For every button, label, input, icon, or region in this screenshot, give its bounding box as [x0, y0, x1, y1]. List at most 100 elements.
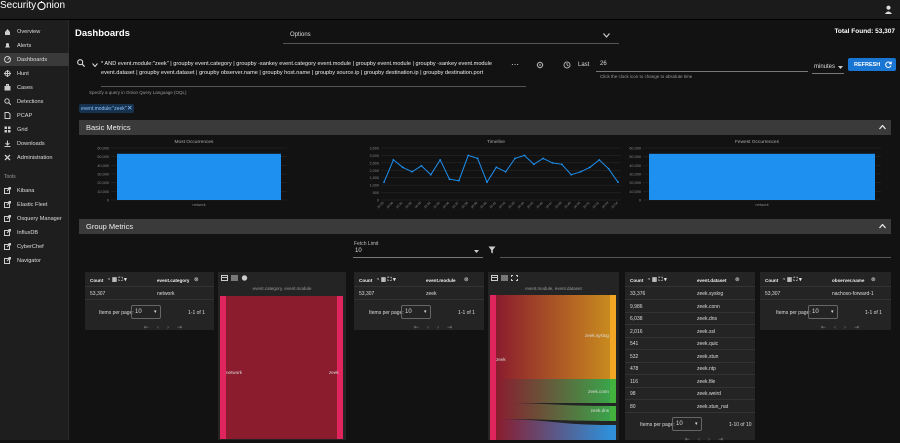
nav-alerts[interactable]: Alerts	[0, 39, 69, 52]
sankey-node-right[interactable]	[337, 296, 343, 439]
row-value[interactable]: network	[157, 291, 175, 297]
row-value[interactable]: zeek.stun	[697, 354, 718, 360]
table-row[interactable]: 53,307 nachoso-forward-1	[760, 288, 891, 300]
column-header-count[interactable]: Count	[359, 278, 372, 283]
nav-dashboards[interactable]: Dashboards	[0, 53, 69, 66]
items-per-page-select[interactable]: 10 ▾	[672, 417, 702, 431]
remove-column-icon[interactable]: ⊗	[464, 277, 469, 283]
table-icon[interactable]	[221, 275, 228, 281]
fetch-limit-select[interactable]: 10	[353, 246, 483, 258]
y-tick-label: 1,500	[369, 176, 379, 180]
query-input[interactable]: * AND event.module:"zeek" | groupby even…	[101, 60, 526, 87]
filter-chip[interactable]: event.module:"zeek" ✕	[79, 104, 134, 113]
items-per-page-select[interactable]: 10 ▾	[131, 304, 161, 319]
column-header-field[interactable]: event.module	[426, 278, 456, 283]
nav-administration[interactable]: Administration	[0, 151, 69, 164]
chevron-down-icon[interactable]	[92, 63, 98, 67]
table-row[interactable]: 6,038 zeek.dns	[625, 313, 755, 325]
filter-input-line[interactable]	[500, 257, 891, 258]
tool-navigator[interactable]: Navigator	[0, 254, 69, 267]
table-row[interactable]: 116 zeek.file	[625, 376, 755, 388]
units-select[interactable]: minutes	[812, 60, 844, 74]
table-row[interactable]: 98 zeek.weird	[625, 388, 755, 400]
gear-icon[interactable]	[536, 61, 544, 69]
tool-cyberchef[interactable]: CyberChef	[0, 240, 69, 253]
table-row[interactable]: 53,307 network	[85, 288, 214, 300]
table-row[interactable]: 478 zeek.ntp	[625, 363, 755, 375]
column-header-field[interactable]: event.category	[157, 278, 189, 283]
y-tick-label: 10,000	[629, 190, 641, 194]
tool-elastic-fleet[interactable]: Elastic Fleet	[0, 198, 69, 211]
nav-hunt[interactable]: Hunt	[0, 67, 69, 80]
nav-overview[interactable]: Overview	[0, 25, 69, 38]
row-value[interactable]: zeek	[426, 291, 437, 297]
chart-toggle-icons[interactable]: ◔ ▥ ⛶ ▾	[107, 277, 127, 284]
group-metrics-header[interactable]: Group Metrics	[79, 219, 891, 234]
pagination-controls[interactable]: ⇤‹›⇥	[144, 324, 190, 331]
column-header-count[interactable]: Count	[765, 278, 778, 283]
nav-pcap[interactable]: PCAP	[0, 109, 69, 122]
row-count: 9,986	[630, 303, 643, 310]
pagination-controls[interactable]: ⇤‹›⇥	[821, 324, 867, 331]
table-row[interactable]: 532 zeek.stun	[625, 351, 755, 363]
sankey-link[interactable]	[226, 296, 337, 439]
column-header-count[interactable]: Count	[630, 278, 643, 283]
options-dropdown[interactable]: Options	[283, 27, 619, 44]
row-value[interactable]: zeek.weird	[697, 391, 721, 397]
list-icon[interactable]	[231, 275, 238, 281]
row-value[interactable]: zeek.quic	[697, 341, 718, 347]
nav-grid[interactable]: Grid	[0, 123, 69, 136]
list-icon[interactable]	[501, 275, 508, 281]
nav-detections[interactable]: Detections	[0, 95, 69, 108]
chevron-up-icon[interactable]	[879, 125, 886, 130]
table-row[interactable]: 33,376 zeek.syslog	[625, 288, 755, 300]
expand-icon[interactable]	[511, 275, 518, 281]
remove-column-icon[interactable]: ⊗	[194, 277, 199, 283]
tool-osquery-manager[interactable]: Osquery Manager	[0, 212, 69, 225]
row-value[interactable]: zeek.conn	[697, 304, 720, 310]
table-row[interactable]: 80 zeek.stun_nat	[625, 401, 755, 413]
column-header-field[interactable]: event.dataset	[697, 278, 726, 283]
table-row[interactable]: 541 zeek.quic	[625, 338, 755, 350]
tool-influxdb[interactable]: InfluxDB	[0, 226, 69, 239]
tool-kibana[interactable]: Kibana	[0, 184, 69, 197]
table-row[interactable]: 9,986 zeek.conn	[625, 301, 755, 313]
basic-metrics-header[interactable]: Basic Metrics	[79, 120, 891, 135]
column-header-field[interactable]: observer.name	[832, 278, 864, 283]
delete-icon[interactable]	[241, 275, 248, 281]
table-row[interactable]: 53,307 zeek	[354, 288, 484, 300]
nav-cases[interactable]: Cases	[0, 81, 69, 94]
row-value[interactable]: zeek.ssl	[697, 329, 715, 335]
items-per-page-select[interactable]: 10 ▾	[401, 304, 431, 319]
chart-toggle-icons[interactable]: ◔ ▥ ⛶ ▾	[376, 277, 396, 284]
remove-column-icon[interactable]: ⊗	[735, 277, 740, 283]
refresh-button[interactable]: REFRESH	[848, 58, 896, 71]
table-row[interactable]: 2,016 zeek.ssl	[625, 326, 755, 338]
nav-downloads[interactable]: Downloads	[0, 137, 69, 150]
row-value[interactable]: zeek.dns	[697, 316, 717, 322]
sankey-link-other	[496, 419, 610, 440]
items-per-page-select[interactable]: 10 ▾	[808, 304, 838, 319]
chart-toggle-icons[interactable]: ◔ ▥ ⛶ ▾	[782, 277, 802, 284]
last-value-input[interactable]: 26	[596, 58, 808, 72]
timeline-point	[598, 158, 601, 161]
filter-icon[interactable]	[488, 246, 496, 254]
clock-icon[interactable]	[563, 61, 571, 69]
row-value[interactable]: zeek.file	[697, 379, 715, 385]
user-icon[interactable]	[884, 5, 893, 14]
refresh-icon	[885, 61, 892, 68]
row-value[interactable]: zeek.syslog	[697, 291, 723, 297]
query-options-icon[interactable]: ⋯	[511, 60, 519, 69]
row-value[interactable]: zeek.ntp	[697, 366, 716, 372]
close-icon[interactable]: ✕	[127, 104, 132, 112]
column-header-count[interactable]: Count	[90, 278, 103, 283]
row-value[interactable]: nachoso-forward-1	[832, 291, 874, 297]
remove-column-icon[interactable]: ⊗	[871, 277, 876, 283]
pagination-controls[interactable]: ⇤‹›⇥	[414, 324, 460, 331]
chevron-up-icon[interactable]	[879, 224, 886, 229]
row-value[interactable]: zeek.stun_nat	[697, 404, 728, 410]
brand-logo[interactable]: Security nion	[0, 0, 900, 11]
chart-toggle-icons[interactable]: ◔ ▥ ⛶ ▾	[647, 277, 667, 284]
search-icon[interactable]	[77, 59, 85, 67]
table-icon[interactable]	[491, 275, 498, 281]
